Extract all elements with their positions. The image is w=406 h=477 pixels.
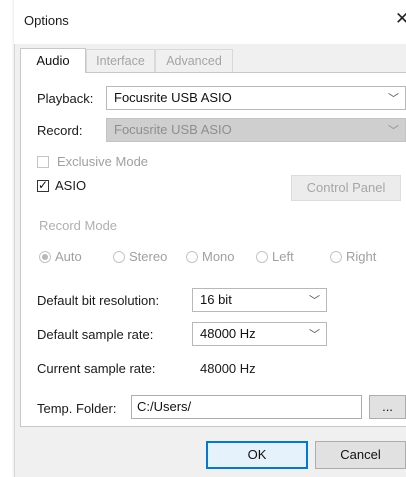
close-icon[interactable]: ✕: [395, 9, 406, 29]
bit-resolution-value: 16 bit: [200, 292, 232, 307]
record-mode-group-label: Record Mode: [39, 218, 118, 233]
record-mode-right-label: Right: [346, 249, 377, 264]
exclusive-mode-checkbox[interactable]: [37, 156, 49, 168]
asio-label: ASIO: [55, 178, 87, 193]
chevron-down-icon: ﹀: [388, 93, 399, 105]
checkmark-icon: ✓: [38, 178, 49, 192]
temp-folder-input[interactable]: C:/Users/: [131, 395, 362, 419]
playback-device-value: Focusrite USB ASIO: [114, 90, 232, 105]
radio-selected-dot: [42, 254, 48, 260]
record-mode-stereo-radio[interactable]: [113, 251, 125, 263]
sample-rate-select[interactable]: 48000 Hz ﹀: [192, 322, 327, 346]
chevron-down-icon: ﹀: [309, 295, 320, 307]
tab-advanced[interactable]: Advanced: [155, 49, 233, 72]
browse-folder-button[interactable]: ...: [369, 395, 406, 419]
bit-resolution-label: Default bit resolution:: [37, 293, 160, 308]
control-panel-button[interactable]: Control Panel: [291, 175, 401, 201]
chevron-down-icon: ﹀: [388, 125, 399, 137]
record-device-value: Focusrite USB ASIO: [114, 122, 232, 137]
current-rate-value: 48000 Hz: [200, 361, 256, 376]
record-mode-right-radio[interactable]: [330, 251, 342, 263]
exclusive-mode-label: Exclusive Mode: [57, 154, 149, 169]
cancel-button[interactable]: Cancel: [315, 441, 406, 469]
record-mode-left-label: Left: [272, 249, 294, 264]
tab-interface[interactable]: Interface: [86, 49, 155, 72]
ok-button[interactable]: OK: [206, 441, 308, 469]
record-mode-left-radio[interactable]: [256, 251, 268, 263]
chevron-down-icon: ﹀: [309, 329, 320, 341]
temp-folder-value: C:/Users/: [137, 399, 192, 414]
record-label: Record:: [37, 123, 83, 138]
playback-label: Playback:: [37, 91, 94, 106]
title-bar: Options ✕: [14, 0, 406, 44]
temp-folder-label: Temp. Folder:: [37, 401, 117, 416]
record-device-select[interactable]: Focusrite USB ASIO ﹀: [106, 118, 406, 142]
tab-audio[interactable]: Audio: [20, 48, 86, 73]
record-mode-mono-radio[interactable]: [186, 251, 198, 263]
record-mode-stereo-label: Stereo: [129, 249, 168, 264]
bit-resolution-select[interactable]: 16 bit ﹀: [192, 288, 327, 312]
record-mode-mono-label: Mono: [202, 249, 235, 264]
current-rate-label: Current sample rate:: [37, 361, 156, 376]
record-mode-auto-radio[interactable]: [39, 251, 51, 263]
record-mode-auto-label: Auto: [55, 249, 82, 264]
sample-rate-value: 48000 Hz: [200, 326, 256, 341]
sample-rate-label: Default sample rate:: [37, 327, 154, 342]
asio-checkbox[interactable]: ✓: [37, 178, 49, 192]
playback-device-select[interactable]: Focusrite USB ASIO ﹀: [106, 86, 406, 110]
dialog-title: Options: [24, 13, 69, 28]
